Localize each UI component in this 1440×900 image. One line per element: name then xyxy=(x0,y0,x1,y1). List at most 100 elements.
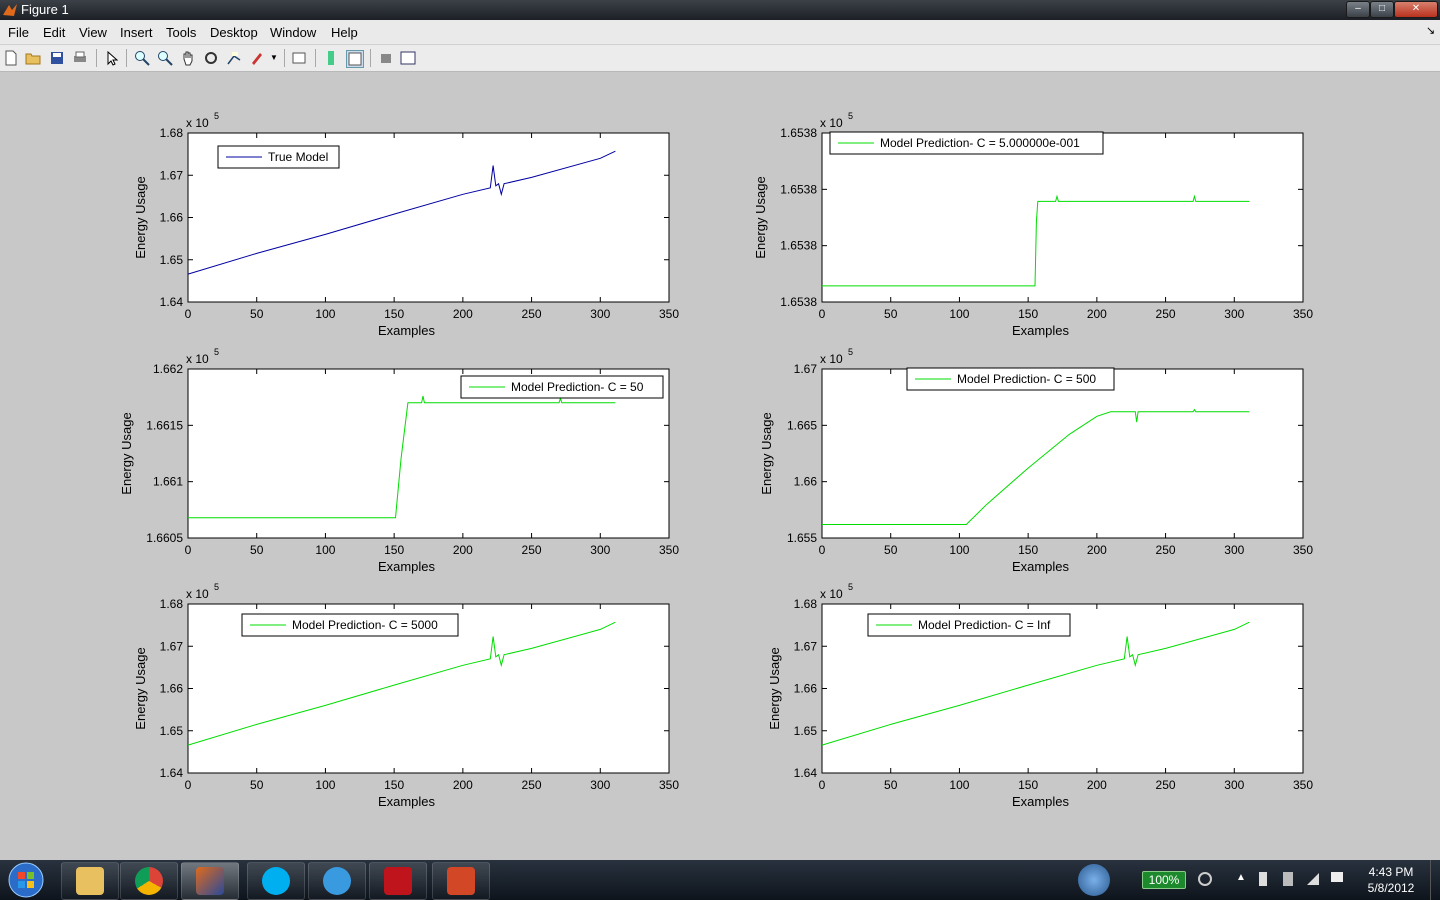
x-tick-label: 350 xyxy=(659,543,679,557)
x-tick-label: 250 xyxy=(522,543,542,557)
x-tick-label: 200 xyxy=(1087,778,1107,792)
subplot-6: 0 50 100 150 200 250 300 350 1.64 1.65 1.66 1.67 1.6… xyxy=(767,582,1313,809)
window-titlebar: Figure 1 – □ ✕ xyxy=(0,0,1440,20)
menu-help[interactable]: Help xyxy=(331,25,358,40)
axis-exponent-label: x 10 xyxy=(186,352,209,366)
matlab-logo-icon xyxy=(3,4,17,16)
volume-muted-icon[interactable] xyxy=(1259,872,1267,886)
y-tick-label: 1.67 xyxy=(794,362,818,376)
y-axis-label: Energy Usage xyxy=(759,412,774,494)
x-tick-label: 350 xyxy=(1293,778,1313,792)
x-tick-label: 0 xyxy=(185,778,192,792)
menu-window[interactable]: Window xyxy=(270,25,316,40)
y-tick-label: 1.67 xyxy=(160,639,184,653)
insert-legend-icon[interactable] xyxy=(346,50,364,68)
y-tick-label: 1.65 xyxy=(794,724,818,738)
start-button-icon[interactable] xyxy=(4,861,48,899)
y-tick-label: 1.661 xyxy=(153,475,183,489)
x-tick-label: 0 xyxy=(819,778,826,792)
menu-edit[interactable]: Edit xyxy=(43,25,65,40)
x-tick-label: 50 xyxy=(250,543,264,557)
system-clock[interactable]: 4:43 PM 5/8/2012 xyxy=(1356,864,1426,896)
x-tick-label: 250 xyxy=(1156,543,1176,557)
y-axis-label: Energy Usage xyxy=(753,176,768,258)
menu-file[interactable]: File xyxy=(8,25,29,40)
toolbar-separator xyxy=(284,49,285,67)
x-tick-label: 250 xyxy=(1156,307,1176,321)
x-axis-label: Examples xyxy=(1012,794,1070,809)
battery-indicator[interactable]: 100% xyxy=(1142,871,1186,889)
x-tick-label: 250 xyxy=(522,778,542,792)
pan-icon[interactable] xyxy=(180,50,196,66)
taskbar-windows-explorer[interactable] xyxy=(61,862,119,900)
x-tick-label: 50 xyxy=(250,778,264,792)
insert-colorbar-icon[interactable] xyxy=(323,50,339,66)
minimize-button[interactable]: – xyxy=(1346,1,1370,18)
action-center-flag-icon[interactable] xyxy=(1331,872,1343,882)
menu-tools[interactable]: Tools xyxy=(166,25,196,40)
subplot-1: 0 50 100 150 200 250 300 350 1.64 1.65 1.66 1.67 1.6… xyxy=(133,111,679,338)
link-plot-icon[interactable] xyxy=(291,50,307,66)
y-tick-label: 1.66 xyxy=(160,682,184,696)
x-tick-label: 350 xyxy=(1293,307,1313,321)
close-button[interactable]: ✕ xyxy=(1394,1,1438,18)
menu-desktop[interactable]: Desktop xyxy=(210,25,258,40)
show-plot-tools-icon[interactable] xyxy=(400,50,416,66)
zoom-in-icon[interactable] xyxy=(134,50,150,66)
taskbar-acrobat[interactable] xyxy=(369,862,427,900)
x-tick-label: 150 xyxy=(384,778,404,792)
menu-view[interactable]: View xyxy=(79,25,107,40)
rotate-3d-icon[interactable] xyxy=(203,50,219,66)
x-tick-label: 50 xyxy=(884,778,898,792)
x-axis-label: Examples xyxy=(1012,323,1070,338)
y-tick-label: 1.6538 xyxy=(780,182,817,196)
taskbar-skype[interactable] xyxy=(247,862,305,900)
maximize-button[interactable]: □ xyxy=(1370,1,1394,18)
edit-plot-arrow-icon[interactable] xyxy=(104,50,120,66)
open-file-icon[interactable] xyxy=(25,50,41,66)
taskbar-matlab[interactable] xyxy=(181,862,239,900)
y-tick-label: 1.662 xyxy=(153,362,183,376)
y-tick-label: 1.665 xyxy=(787,418,817,432)
x-tick-label: 150 xyxy=(384,307,404,321)
y-tick-label: 1.655 xyxy=(787,531,817,545)
x-axis-label: Examples xyxy=(378,323,436,338)
sync-icon[interactable] xyxy=(1198,872,1212,886)
x-tick-label: 300 xyxy=(1224,543,1244,557)
x-axis-label: Examples xyxy=(1012,559,1070,574)
network-drive-icon[interactable] xyxy=(1078,864,1110,896)
subplot-3: 0 50 100 150 200 250 300 350 1.6605 1.661 1.6615 1.… xyxy=(119,347,679,574)
taskbar-itunes[interactable] xyxy=(308,862,366,900)
power-icon[interactable] xyxy=(1283,872,1293,886)
x-tick-label: 300 xyxy=(590,778,610,792)
data-cursor-icon[interactable] xyxy=(226,50,242,66)
brush-icon[interactable] xyxy=(249,50,265,66)
axis-exponent-label: x 10 xyxy=(186,587,209,601)
taskbar-chrome[interactable] xyxy=(120,862,178,900)
show-desktop-button[interactable] xyxy=(1430,860,1440,900)
brush-dropdown-icon[interactable]: ▼ xyxy=(270,53,278,62)
y-axis-label: Energy Usage xyxy=(119,412,134,494)
save-icon[interactable] xyxy=(49,50,65,66)
legend-label: Model Prediction- C = 500 xyxy=(957,372,1096,386)
axis-exponent-label: x 10 xyxy=(820,587,843,601)
toolbar-separator xyxy=(315,49,316,67)
y-tick-label: 1.67 xyxy=(160,168,184,182)
y-tick-label: 1.66 xyxy=(794,682,818,696)
window-title: Figure 1 xyxy=(21,2,69,17)
show-hidden-icons-icon[interactable]: ▲ xyxy=(1236,872,1246,883)
menu-insert[interactable]: Insert xyxy=(120,25,153,40)
taskbar-powerpoint[interactable] xyxy=(432,862,490,900)
y-tick-label: 1.6605 xyxy=(146,531,183,545)
new-figure-icon[interactable] xyxy=(3,50,19,66)
legend-label: True Model xyxy=(268,150,328,164)
wireless-signal-icon[interactable] xyxy=(1307,873,1319,885)
zoom-out-icon[interactable] xyxy=(157,50,173,66)
axis-exponent-power: 5 xyxy=(848,347,853,357)
print-icon[interactable] xyxy=(72,50,88,66)
toolbar-separator xyxy=(370,49,371,67)
hide-plot-tools-icon[interactable] xyxy=(378,50,394,66)
dock-arrow-icon[interactable]: ↘ xyxy=(1426,24,1435,37)
menu-bar: File Edit View Insert Tools Desktop Wind… xyxy=(0,20,1440,45)
x-tick-label: 100 xyxy=(949,543,969,557)
